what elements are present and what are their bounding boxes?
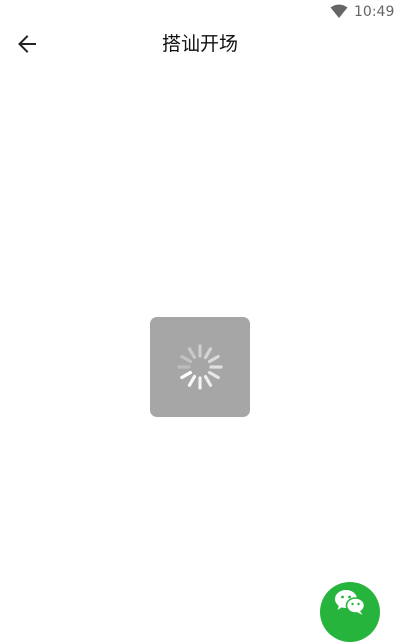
loading-toast <box>150 317 250 417</box>
wifi-icon <box>330 4 348 18</box>
app-bar: 搭讪开场 <box>0 24 400 64</box>
spinner-tick <box>180 370 193 380</box>
status-time: 10:49 <box>354 4 395 20</box>
spinner-tick <box>207 370 220 380</box>
wechat-fab-button[interactable] <box>320 582 380 642</box>
spinner-tick <box>207 354 220 364</box>
spinner-tick <box>203 374 213 387</box>
spinner-tick <box>187 374 197 387</box>
spinner-tick <box>203 347 213 360</box>
spinner-tick <box>187 347 197 360</box>
page-title: 搭讪开场 <box>161 33 238 55</box>
spinner-icon <box>177 344 223 390</box>
status-bar: 10:49 <box>0 0 400 24</box>
spinner-tick <box>180 354 193 364</box>
wechat-icon <box>335 590 366 615</box>
